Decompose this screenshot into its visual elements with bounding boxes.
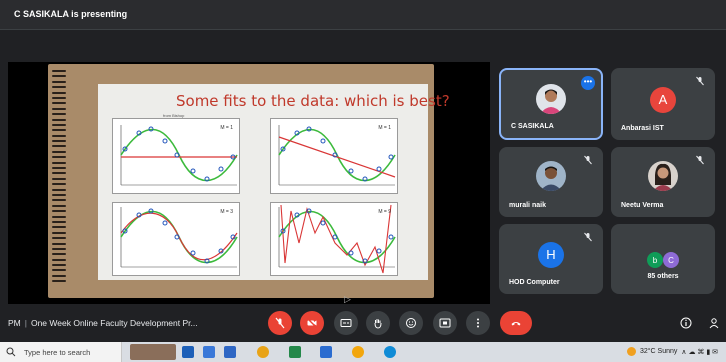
emoji-icon [406,318,416,328]
participant-tile-hod-computer[interactable]: H HOD Computer [499,224,603,294]
reactions-button[interactable] [399,311,423,335]
present-screen-icon [439,318,451,328]
mic-off-icon [696,76,704,86]
edge-icon[interactable] [384,346,396,358]
fit-plot-2: M = 1 [270,118,398,194]
fit-plot-1: from Bishop M = 1 [112,113,240,194]
more-vert-icon [477,318,479,328]
camera-off-icon [307,318,317,328]
os-taskbar: Type here to search 32°C Sunny ∧ ☁ ⌘ ▮ ✉ [0,342,726,362]
hand-icon [374,319,382,329]
participant-name: C SASIKALA [511,123,554,130]
notebook-spiral [52,70,68,292]
leave-call-button[interactable] [500,311,532,335]
slide-notebook-background: Some fits to the data: which is best? fr… [48,64,450,304]
camera-toggle-button[interactable] [300,311,324,335]
mic-off-icon [696,155,704,165]
presenting-bar: C SASIKALA is presenting [0,0,726,30]
chrome-active-icon[interactable] [352,346,364,358]
task-view-icon[interactable] [182,346,194,358]
participant-tile-others[interactable]: b C 85 others [611,224,715,294]
captions-icon [340,319,352,327]
info-icon [680,317,692,329]
people-button[interactable] [706,315,722,331]
participant-photo [536,161,566,192]
tray-icons: ∧ ☁ ⌘ ▮ ✉ [681,348,718,356]
participant-name: Neetu Verma [621,202,664,209]
chrome-icon[interactable] [257,346,269,358]
search-placeholder: Type here to search [24,348,91,357]
meeting-details-button[interactable] [678,315,694,331]
participant-name: HOD Computer [509,279,560,286]
search-icon [6,347,16,357]
slide-title: Some fits to the data: which is best? [176,92,450,110]
present-screen-button[interactable] [433,311,457,335]
slide-page: Some fits to the data: which is best? fr… [98,84,450,304]
plot-order-label: M = 1 [378,125,391,131]
taskbar-search-box[interactable]: Type here to search [0,342,122,362]
plot-order-label: M = 1 [220,125,233,131]
search-highlight-image[interactable] [130,344,176,360]
participant-name: murali naik [509,202,546,209]
more-options-button[interactable] [466,311,490,335]
others-count: 85 others [647,273,679,280]
meeting-controls-bar: PM | One Week Online Faculty Development P… [0,306,726,342]
raise-hand-button[interactable] [366,311,390,335]
hang-up-icon [511,322,521,326]
participant-tile-murali-naik[interactable]: murali naik [499,147,603,217]
meeting-title: One Week Online Faculty Development Pr..… [30,318,198,328]
presenting-label: C SASIKALA is presenting [14,9,128,19]
mic-off-icon [584,232,592,242]
mail-app-icon[interactable] [203,346,215,358]
participant-avatar: b [647,252,663,268]
plot-order-label: M = 9 [378,209,391,215]
participant-photo [648,161,678,192]
captions-button[interactable] [334,311,358,335]
meet-window: C SASIKALA is presenting Some fits to th… [0,0,726,362]
presentation-stage[interactable]: Some fits to the data: which is best? fr… [8,62,490,304]
more-options-icon[interactable]: ••• [581,76,595,90]
cursor-icon: ▷ [344,294,351,304]
fit-plot-3: M = 3 [112,202,240,276]
participant-tile-c-sasikala[interactable]: ••• C SASIKALA [499,68,603,140]
participant-tile-anbarasi[interactable]: A Anbarasi IST [611,68,715,140]
others-avatars: b C [647,252,679,268]
plot-order-label: M = 3 [220,209,233,215]
weather-text: 32°C Sunny [639,348,678,355]
meeting-time: PM [8,318,21,328]
divider: | [24,318,27,328]
participant-name: Anbarasi IST [621,125,664,132]
people-icon [709,318,719,329]
excel-icon[interactable] [289,346,301,358]
weather-sun-icon [626,347,636,356]
participant-photo [536,83,566,114]
file-explorer-icon[interactable] [224,346,236,358]
mic-off-icon [275,317,285,329]
participant-avatar: H [538,241,564,268]
participant-avatar: A [650,86,676,113]
meeting-info: PM | One Week Online Faculty Development P… [8,318,198,328]
mic-off-icon [584,155,592,165]
participant-tile-neetu-verma[interactable]: Neetu Verma [611,147,715,217]
mic-toggle-button[interactable] [268,311,292,335]
system-tray[interactable]: 32°C Sunny ∧ ☁ ⌘ ▮ ✉ [626,347,718,356]
fit-plot-4: M = 9 [270,202,398,276]
word-icon[interactable] [320,346,332,358]
plot-source-label: from Bishop [163,113,185,118]
participant-avatar: C [663,252,679,268]
